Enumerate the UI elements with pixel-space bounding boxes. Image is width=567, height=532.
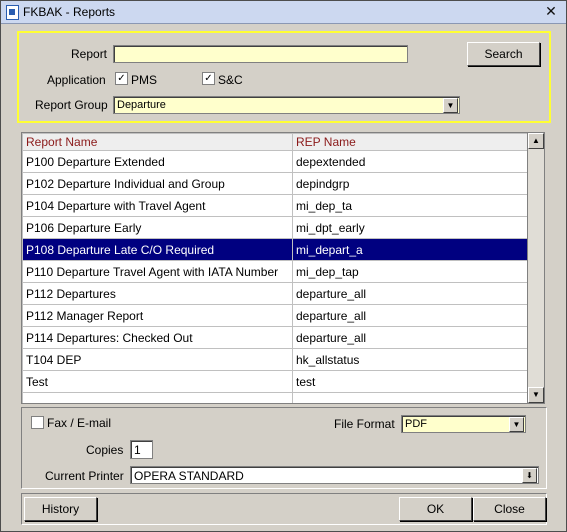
cell-report-name[interactable]: P110 Departure Travel Agent with IATA Nu… xyxy=(22,260,293,283)
report-group-label: Report Group xyxy=(35,98,108,112)
copies-value: 1 xyxy=(134,443,141,457)
cell-report-name[interactable]: P100 Departure Extended xyxy=(22,150,293,173)
cell-report-name[interactable]: P106 Departure Early xyxy=(22,216,293,239)
table-row[interactable]: P110 Departure Travel Agent with IATA Nu… xyxy=(22,260,528,283)
history-button[interactable]: History xyxy=(24,497,97,521)
search-button[interactable]: Search xyxy=(467,42,540,66)
file-format-label: File Format xyxy=(334,417,395,431)
cell-report-name[interactable]: Test xyxy=(22,370,293,393)
current-printer-field[interactable]: OPERA STANDARD ⬇ xyxy=(130,466,539,484)
cell-report-name[interactable]: P104 Departure with Travel Agent xyxy=(22,194,293,217)
table-row[interactable]: T104 DEP hk_allstatus xyxy=(22,348,528,371)
table-row[interactable]: P112 Departures departure_all xyxy=(22,282,528,305)
table-row[interactable]: P114 Departures: Checked Out departure_al… xyxy=(22,326,528,349)
cell-rep-name[interactable]: hk_allstatus xyxy=(292,348,528,371)
cell-report-name[interactable]: T104 DEP xyxy=(22,348,293,371)
copies-input[interactable]: 1 xyxy=(130,440,153,459)
pms-label: PMS xyxy=(131,73,158,87)
table-row[interactable]: Test test xyxy=(22,370,528,393)
cell-rep-name[interactable] xyxy=(292,392,528,403)
file-format-value: PDF xyxy=(405,418,427,430)
report-input[interactable] xyxy=(113,45,408,63)
file-format-select[interactable]: PDF ▼ xyxy=(401,415,526,433)
report-group-select[interactable]: Departure ▼ xyxy=(113,96,460,114)
table-row[interactable]: P102 Departure Individual and Group depin… xyxy=(22,172,528,195)
cell-report-name[interactable]: P112 Manager Report xyxy=(22,304,293,327)
cell-rep-name[interactable]: depindgrp xyxy=(292,172,528,195)
cell-rep-name[interactable]: mi_depart_a xyxy=(292,238,528,261)
reports-window: FKBAK - Reports ✕ Report Search Applicat… xyxy=(0,0,567,532)
cell-rep-name[interactable]: mi_dep_ta xyxy=(292,194,528,217)
output-options-panel: Fax / E-mail File Format PDF ▼ Copies 1 … xyxy=(21,407,547,489)
cell-rep-name[interactable]: mi_dpt_early xyxy=(292,216,528,239)
button-bar: History OK Close xyxy=(21,493,547,525)
search-criteria-panel: Report Search Application ✓ PMS ✓ S&C Re… xyxy=(17,31,551,123)
table-row[interactable]: P100 Departure Extended depextended xyxy=(22,150,528,173)
chevron-down-icon[interactable]: ▼ xyxy=(509,417,524,432)
table-row[interactable]: P112 Manager Report departure_all xyxy=(22,304,528,327)
history-button-label: History xyxy=(41,502,80,516)
download-arrow-icon[interactable]: ⬇ xyxy=(522,468,537,483)
cell-rep-name[interactable]: test xyxy=(292,370,528,393)
reports-table: Report Name REP Name P100 Departure Exte… xyxy=(21,132,529,404)
cell-report-name[interactable]: P102 Departure Individual and Group xyxy=(22,172,293,195)
ok-button-label: OK xyxy=(426,502,445,516)
search-button-label: Search xyxy=(484,47,523,61)
cell-rep-name[interactable]: departure_all xyxy=(292,282,528,305)
current-printer-label: Current Printer xyxy=(45,469,124,483)
close-button[interactable]: Close xyxy=(473,497,546,521)
cell-rep-name[interactable]: departure_all xyxy=(292,326,528,349)
chevron-down-icon[interactable]: ▼ xyxy=(443,98,458,113)
scroll-up-icon[interactable]: ▲ xyxy=(528,133,544,149)
app-icon xyxy=(6,5,19,20)
table-row[interactable]: P104 Departure with Travel Agent mi_dep_t… xyxy=(22,194,528,217)
title-bar[interactable]: FKBAK - Reports ✕ xyxy=(1,1,566,24)
cell-rep-name[interactable]: mi_dep_tap xyxy=(292,260,528,283)
table-row[interactable] xyxy=(22,392,528,403)
copies-label: Copies xyxy=(86,443,124,457)
table-scrollbar[interactable]: ▲ ▼ xyxy=(527,132,545,404)
table-row-selected[interactable]: P108 Departure Late C/O Required mi_depar… xyxy=(22,238,528,261)
ok-button[interactable]: OK xyxy=(399,497,472,521)
application-label: Application xyxy=(47,73,106,87)
fax-email-label: Fax / E-mail xyxy=(47,416,112,430)
sc-checkbox[interactable]: ✓ xyxy=(202,72,215,85)
cell-report-name[interactable]: P114 Departures: Checked Out xyxy=(22,326,293,349)
window-title: FKBAK - Reports xyxy=(23,5,116,19)
table-header-row: Report Name REP Name xyxy=(22,133,528,151)
column-header-report-name[interactable]: Report Name xyxy=(22,133,293,151)
fax-email-checkbox[interactable] xyxy=(31,416,44,429)
report-label: Report xyxy=(71,47,108,61)
report-group-value: Departure xyxy=(117,99,166,111)
close-icon[interactable]: ✕ xyxy=(544,4,558,18)
cell-rep-name[interactable]: departure_all xyxy=(292,304,528,327)
sc-label: S&C xyxy=(218,73,243,87)
scroll-down-icon[interactable]: ▼ xyxy=(528,387,544,403)
cell-rep-name[interactable]: depextended xyxy=(292,150,528,173)
current-printer-value: OPERA STANDARD xyxy=(134,469,244,483)
pms-checkbox[interactable]: ✓ xyxy=(115,72,128,85)
cell-report-name[interactable] xyxy=(22,392,293,403)
column-header-rep-name[interactable]: REP Name xyxy=(292,133,528,151)
table-row[interactable]: P106 Departure Early mi_dpt_early xyxy=(22,216,528,239)
close-button-label: Close xyxy=(494,502,525,516)
cell-report-name[interactable]: P112 Departures xyxy=(22,282,293,305)
cell-report-name[interactable]: P108 Departure Late C/O Required xyxy=(22,238,293,261)
